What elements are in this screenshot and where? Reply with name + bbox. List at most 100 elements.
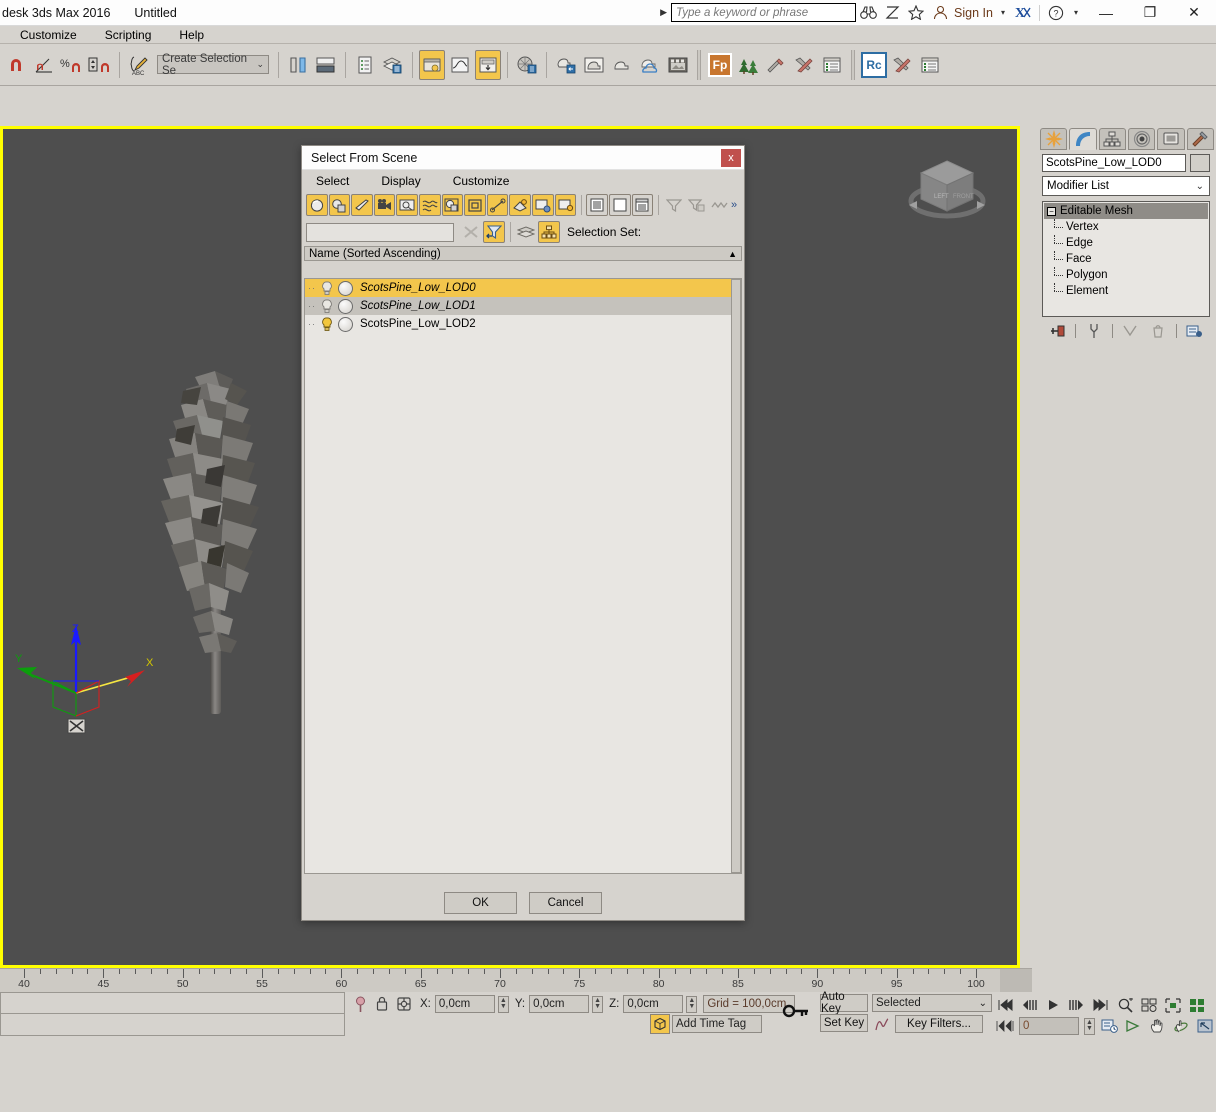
help-icon[interactable]: ? <box>1044 0 1068 26</box>
expand-icon[interactable] <box>708 194 730 216</box>
key-mode-dropdown[interactable]: Selected ⌄ <box>872 994 992 1012</box>
dialog-column-header[interactable]: Name (Sorted Ascending) ▲ <box>304 246 742 261</box>
ok-button[interactable]: OK <box>444 892 517 914</box>
blank-view-icon[interactable] <box>608 194 631 216</box>
tools-icon[interactable] <box>791 50 817 80</box>
maxscript-mini-listener[interactable] <box>0 992 345 1036</box>
zoom-region-icon[interactable] <box>1187 995 1207 1015</box>
cancel-button[interactable]: Cancel <box>529 892 602 914</box>
orbit-icon[interactable] <box>1171 1016 1191 1036</box>
railclone-list-icon[interactable] <box>917 50 943 80</box>
funnel-config-icon[interactable] <box>686 194 708 216</box>
frame-spinner[interactable]: ▲ ▼ <box>1084 1017 1095 1035</box>
clear-search-icon[interactable] <box>460 221 482 243</box>
spinner-snap-icon[interactable] <box>87 50 113 80</box>
go-to-start-icon[interactable] <box>995 995 1015 1015</box>
render-setup-icon[interactable] <box>514 50 540 80</box>
selection-set-dropdown[interactable]: Create Selection Se ⌄ <box>157 53 269 77</box>
dialog-object-list[interactable]: ·· ScotsPine_Low_LOD0 ·· ScotsPine_Low_L… <box>304 278 742 874</box>
list-item[interactable]: ·· ScotsPine_Low_LOD2 <box>305 315 741 333</box>
named-selection-sets-icon[interactable]: ABC <box>126 50 152 80</box>
mirror-icon[interactable] <box>285 50 311 80</box>
y-spinner[interactable]: ▲ ▼ <box>592 995 604 1013</box>
pin-stack-icon[interactable] <box>1048 322 1068 340</box>
time-configuration-icon[interactable] <box>1099 1016 1119 1036</box>
stack-item-face[interactable]: Face <box>1044 251 1208 267</box>
zoom-all-icon[interactable] <box>1139 995 1159 1015</box>
stack-item-editable-mesh[interactable]: − Editable Mesh <box>1044 203 1208 219</box>
percent-snap-icon[interactable]: % <box>59 50 85 80</box>
time-tag-icon[interactable] <box>650 1014 670 1034</box>
display-geometry-icon[interactable] <box>306 194 328 216</box>
toolbar-overflow-icon[interactable]: » <box>731 199 740 211</box>
layer-manager-icon[interactable] <box>352 50 378 80</box>
list-item[interactable]: ·· ScotsPine_Low_LOD1 <box>305 297 741 315</box>
exchange-icon[interactable]: X <box>1011 0 1035 26</box>
schematic-view-icon[interactable] <box>447 50 473 80</box>
key-filters-button[interactable]: Key Filters... <box>895 1015 983 1033</box>
go-to-end-icon[interactable] <box>1091 995 1111 1015</box>
frame-field[interactable]: 0 <box>1019 1017 1079 1035</box>
dialog-menu-select[interactable]: Select <box>312 174 363 188</box>
render-frame-window-icon[interactable] <box>665 50 691 80</box>
display-xrefs-icon[interactable] <box>464 194 486 216</box>
modify-tab[interactable] <box>1069 128 1097 150</box>
sort-ascending-icon[interactable]: ▲ <box>728 249 741 259</box>
lock-selection-icon[interactable] <box>372 994 392 1014</box>
fp-icon[interactable]: Fp <box>707 50 733 80</box>
pan-icon[interactable] <box>1147 1016 1167 1036</box>
list-icon[interactable] <box>819 50 845 80</box>
z-spinner[interactable]: ▲ ▼ <box>686 995 698 1013</box>
key-step-icon[interactable] <box>995 1016 1015 1036</box>
display-influences-icon[interactable] <box>532 194 554 216</box>
zoom-icon[interactable] <box>1115 995 1135 1015</box>
configure-sets-icon[interactable] <box>1184 322 1204 340</box>
create-tab[interactable] <box>1040 128 1068 150</box>
previous-frame-icon[interactable] <box>1019 995 1039 1015</box>
dialog-menu-customize[interactable]: Customize <box>449 174 524 188</box>
display-helpers-icon[interactable] <box>396 194 419 216</box>
modifier-list-dropdown[interactable]: Modifier List ⌄ <box>1042 176 1210 196</box>
add-time-tag-button[interactable]: Add Time Tag <box>672 1015 762 1033</box>
angle-snap-icon[interactable] <box>31 50 57 80</box>
zoom-extents-icon[interactable] <box>1163 995 1183 1015</box>
collapse-icon[interactable]: − <box>1047 206 1056 216</box>
light-bulb-off-icon[interactable] <box>319 298 335 315</box>
dialog-search-input[interactable] <box>306 222 454 242</box>
rc-icon[interactable]: Rc <box>861 50 887 80</box>
star-icon[interactable] <box>904 0 928 26</box>
x-spinner[interactable]: ▲ ▼ <box>497 995 509 1013</box>
select-circle-icon[interactable] <box>338 280 353 296</box>
menu-scripting[interactable]: Scripting <box>91 28 166 42</box>
display-children-icon[interactable] <box>509 194 532 216</box>
modifier-stack[interactable]: − Editable Mesh Vertex Edge Face Polygon… <box>1042 201 1210 317</box>
light-bulb-on-icon[interactable] <box>319 316 335 333</box>
sign-in-chevron-icon[interactable]: ▾ <box>995 8 1011 17</box>
railclone-tools-icon[interactable] <box>763 50 789 80</box>
motion-tab[interactable] <box>1127 128 1156 150</box>
x-field[interactable]: 0,0cm <box>434 995 495 1013</box>
remove-modifier-icon[interactable] <box>1148 322 1168 340</box>
stack-item-edge[interactable]: Edge <box>1044 235 1208 251</box>
play-icon[interactable] <box>1043 995 1063 1015</box>
auto-key-button[interactable]: Auto Key <box>820 991 868 1015</box>
pin-icon[interactable] <box>350 994 370 1014</box>
select-circle-icon[interactable] <box>338 298 353 314</box>
select-circle-icon[interactable] <box>338 316 353 332</box>
list-item[interactable]: ·· ScotsPine_Low_LOD0 <box>305 279 741 297</box>
render-cloud-icon[interactable] <box>637 50 663 80</box>
utilities-tab[interactable] <box>1186 128 1214 150</box>
railclone-wrench-icon[interactable] <box>889 50 915 80</box>
menu-help[interactable]: Help <box>165 28 218 42</box>
key-curve-icon[interactable] <box>872 1014 892 1034</box>
binoculars-icon[interactable] <box>856 0 880 26</box>
stack-item-polygon[interactable]: Polygon <box>1044 267 1208 283</box>
display-bones-icon[interactable] <box>486 194 509 216</box>
display-cameras-icon[interactable] <box>373 194 396 216</box>
forest-pack-icon[interactable] <box>735 50 761 80</box>
absolute-mode-icon[interactable] <box>394 994 414 1014</box>
layer-explorer-icon[interactable] <box>380 50 406 80</box>
list-view-icon[interactable] <box>586 194 608 216</box>
display-space-warps-icon[interactable] <box>419 194 441 216</box>
dialog-list-scrollbar[interactable] <box>731 279 741 873</box>
